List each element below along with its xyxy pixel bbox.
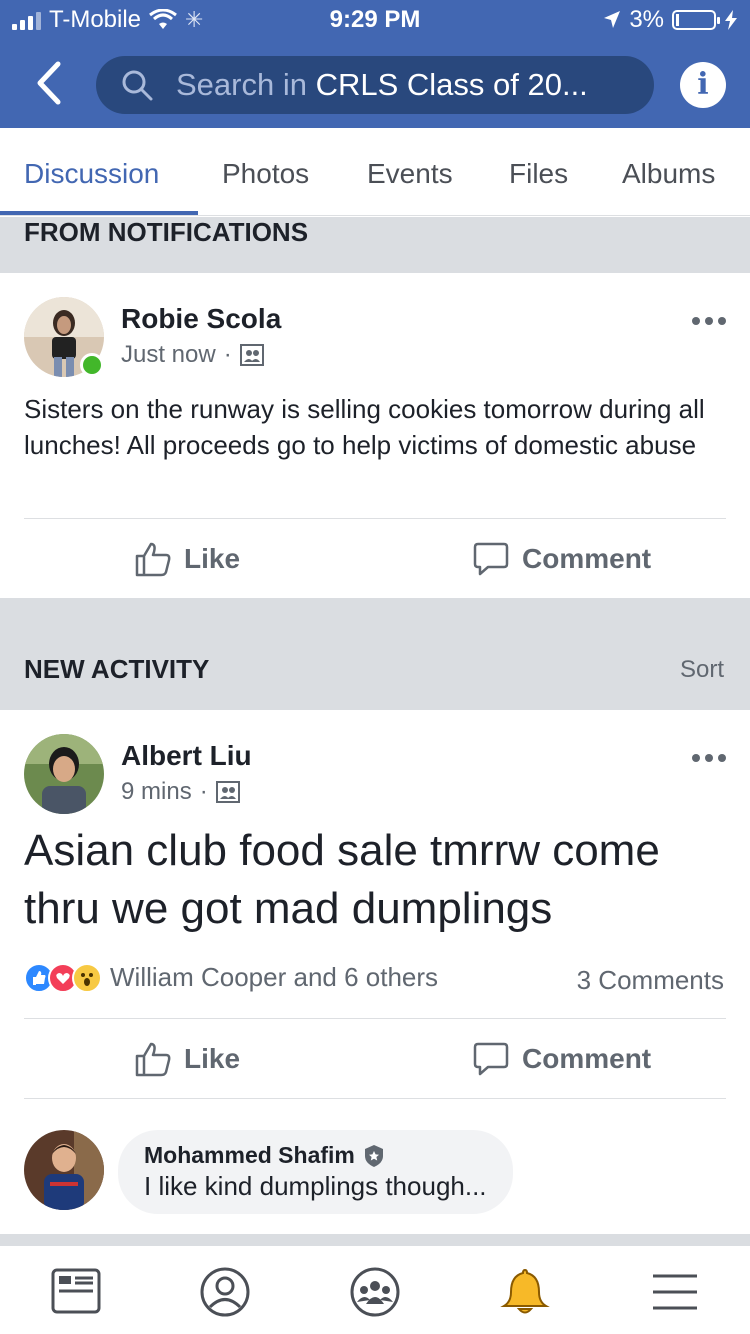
search-placeholder: Search in CRLS Class of 20... <box>176 67 588 102</box>
group-search-input[interactable]: Search in CRLS Class of 20... <box>96 56 654 114</box>
post-time[interactable]: 9 mins <box>121 778 192 806</box>
tab-albums[interactable]: Albums <box>622 158 715 190</box>
bottom-tab-bar <box>0 1244 750 1334</box>
avatar[interactable] <box>24 1130 104 1210</box>
like-label: Like <box>184 543 241 574</box>
post-text: Asian club food sale tmrrw come thru we … <box>24 826 660 933</box>
wow-reaction-icon <box>72 962 102 993</box>
post-author[interactable]: Robie Scola <box>121 303 281 335</box>
post-card: Robie Scola Just now · Sisters on the ru… <box>0 273 750 598</box>
group-audience-icon <box>215 781 240 803</box>
like-button[interactable]: Like <box>134 1040 240 1078</box>
comment-bubble[interactable]: Mohammed Shafim I like kind dumplings th… <box>118 1130 513 1214</box>
reactions-text: William Cooper and 6 others <box>110 962 439 992</box>
post-meta: Just now · <box>121 341 264 369</box>
search-icon <box>122 70 153 101</box>
like-thumb-icon <box>135 542 171 577</box>
divider <box>24 518 726 519</box>
comment-label: Comment <box>522 1043 652 1074</box>
sort-button[interactable]: Sort <box>680 656 724 684</box>
comment-button[interactable]: Comment <box>472 1040 651 1078</box>
comment-author[interactable]: Mohammed Shafim <box>144 1142 487 1169</box>
divider <box>24 1098 726 1099</box>
post-author[interactable]: Albert Liu <box>121 740 252 772</box>
comment-bubble-icon <box>473 1042 509 1076</box>
comment-label: Comment <box>522 543 652 574</box>
status-bar: T-Mobile ✳ 9:29 PM 3% <box>0 0 750 40</box>
post-meta: 9 mins · <box>121 778 240 806</box>
charging-bolt-icon <box>725 10 737 30</box>
info-button[interactable]: i <box>680 62 726 108</box>
location-arrow-icon <box>604 11 621 28</box>
groups-icon[interactable] <box>349 1266 401 1318</box>
tab-photos[interactable]: Photos <box>222 158 309 190</box>
active-tab-indicator <box>0 211 198 215</box>
feed-separator <box>0 1234 750 1244</box>
reactions-summary[interactable]: William Cooper and 6 others <box>24 962 438 993</box>
tab-events[interactable]: Events <box>367 158 453 190</box>
avatar-image <box>24 1130 104 1210</box>
comment-bubble-icon <box>473 542 509 576</box>
menu-hamburger-icon[interactable] <box>649 1266 701 1318</box>
comments-count[interactable]: 3 Comments <box>577 965 724 996</box>
from-notifications-header: FROM NOTIFICATIONS <box>0 217 750 273</box>
admin-shield-icon <box>364 1144 383 1167</box>
comment-row: Mohammed Shafim I like kind dumplings th… <box>0 1118 750 1218</box>
back-chevron-icon[interactable] <box>30 60 70 106</box>
section-title: NEW ACTIVITY <box>24 654 210 684</box>
news-feed-icon[interactable] <box>50 1266 102 1318</box>
more-options-icon[interactable] <box>692 754 726 764</box>
online-status-dot <box>80 353 104 377</box>
post-card: Albert Liu 9 mins · Asian club food sale… <box>0 710 750 1234</box>
meta-separator: · <box>223 341 232 368</box>
profile-icon[interactable] <box>199 1266 251 1318</box>
top-bar: T-Mobile ✳ 9:29 PM 3% Search in CRLS Cla… <box>0 0 750 128</box>
divider <box>24 1018 726 1019</box>
new-activity-header: NEW ACTIVITY Sort <box>0 598 750 710</box>
battery-percent: 3% <box>629 6 664 33</box>
comment-text: I like kind dumplings though... <box>144 1171 487 1201</box>
comment-button[interactable]: Comment <box>472 540 651 578</box>
like-thumb-icon <box>135 1042 171 1077</box>
notifications-bell-icon[interactable] <box>499 1266 551 1318</box>
like-label: Like <box>184 1043 241 1074</box>
section-title: FROM NOTIFICATIONS <box>24 217 309 247</box>
like-button[interactable]: Like <box>134 540 240 578</box>
group-audience-icon <box>239 344 264 366</box>
post-text: Sisters on the runway is selling cookies… <box>24 394 705 460</box>
battery-icon <box>672 10 720 30</box>
post-time[interactable]: Just now <box>121 341 216 369</box>
tab-files[interactable]: Files <box>509 158 568 190</box>
more-options-icon[interactable] <box>692 317 726 327</box>
group-tabs: Discussion Photos Events Files Albums <box>0 128 750 216</box>
avatar[interactable] <box>24 734 104 814</box>
meta-separator: · <box>199 778 208 805</box>
avatar-image <box>24 734 104 814</box>
tab-discussion[interactable]: Discussion <box>24 158 159 190</box>
